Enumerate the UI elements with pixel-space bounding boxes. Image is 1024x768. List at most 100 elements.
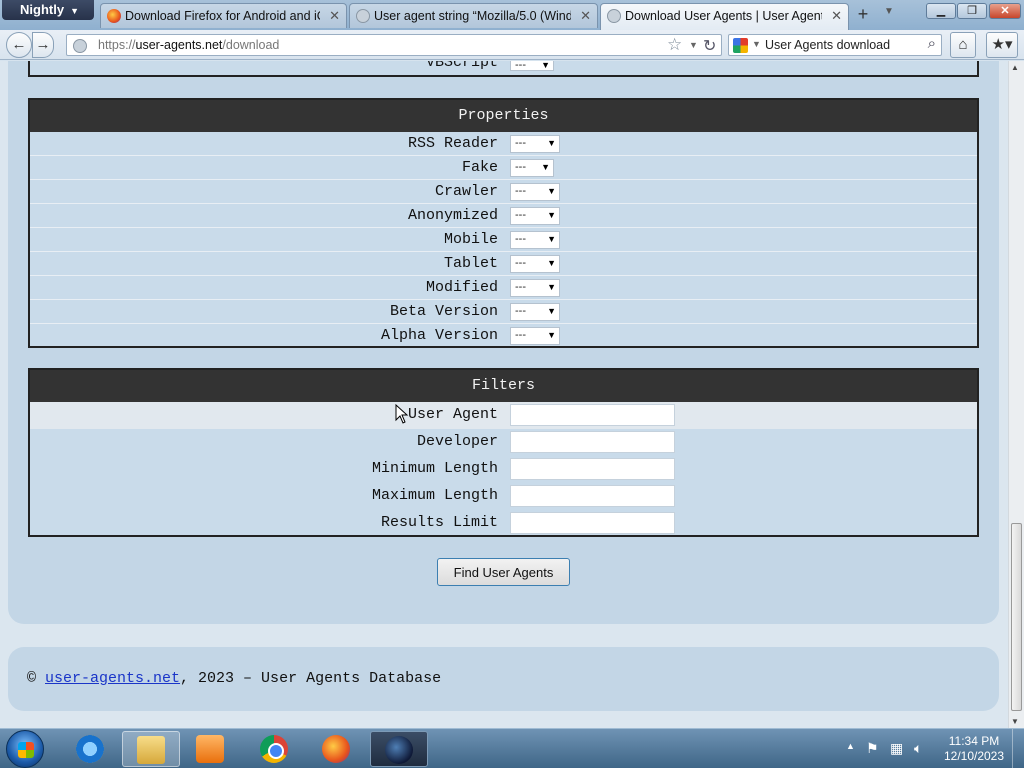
back-button[interactable]: ← [6, 32, 32, 58]
chevron-down-icon: ▼ [547, 138, 556, 148]
scrollbar-thumb[interactable] [1011, 523, 1022, 711]
footer-suffix: , 2023 – User Agents Database [180, 670, 442, 687]
home-icon: ⌂ [958, 36, 968, 53]
close-tab-icon[interactable]: ✕ [580, 8, 591, 24]
tab-firefox-android[interactable]: Download Firefox for Android and iOS ✕ [100, 3, 347, 28]
alpha-version-select[interactable]: --- ▼ [510, 327, 560, 345]
windows-logo-icon [18, 742, 34, 758]
close-tab-icon[interactable]: ✕ [831, 8, 842, 24]
bookmarks-menu-button[interactable]: ★▾ [986, 32, 1018, 58]
taskbar-chrome[interactable] [246, 731, 304, 767]
show-desktop-button[interactable] [1012, 729, 1024, 768]
address-bar[interactable]: https://user-agents.net/download ☆ ▼ ↻ [66, 34, 722, 56]
list-all-tabs-icon[interactable]: ▼ [884, 6, 894, 17]
filter-row-results-limit: Results Limit [30, 510, 977, 537]
footer-site-link[interactable]: user-agents.net [45, 670, 180, 687]
tab-label: User agent string “Mozilla/5.0 (Windo... [374, 9, 571, 23]
bookmark-star-icon[interactable]: ☆ [667, 35, 682, 55]
select-value: --- [515, 185, 526, 197]
close-tab-icon[interactable]: ✕ [329, 8, 340, 24]
tab-user-agent-string[interactable]: User agent string “Mozilla/5.0 (Windo...… [349, 3, 598, 28]
minimum-length-input[interactable] [510, 458, 675, 480]
search-magnifier-icon[interactable]: ⌕ [928, 35, 936, 52]
url-history-dropdown-icon[interactable]: ▼ [689, 40, 698, 50]
app-menu-button[interactable]: Nightly ▼ [2, 0, 94, 20]
scroll-down-arrow-icon[interactable]: ▼ [1011, 717, 1019, 726]
mobile-select[interactable]: --- ▼ [510, 231, 560, 249]
new-tab-button[interactable]: + [852, 4, 874, 26]
property-row-fake: Fake --- ▼ [30, 156, 977, 180]
developer-input[interactable] [510, 431, 675, 453]
start-button[interactable] [6, 730, 44, 768]
chrome-icon [260, 735, 288, 763]
bookmarks-star-icon: ★▾ [991, 36, 1013, 53]
vertical-scrollbar[interactable]: ▲ ▼ [1008, 61, 1024, 728]
home-button[interactable]: ⌂ [950, 32, 976, 58]
chevron-down-icon: ▼ [547, 282, 556, 292]
firefox-favicon-icon [107, 9, 121, 23]
property-row-modified: Modified --- ▼ [30, 276, 977, 300]
restore-window-button[interactable]: ❐ [957, 3, 987, 19]
content-panel: VBScript --- ▼ Properties RSS Reader ---… [8, 61, 999, 624]
tablet-select[interactable]: --- ▼ [510, 255, 560, 273]
property-row-crawler: Crawler --- ▼ [30, 180, 977, 204]
select-value: --- [515, 257, 526, 269]
select-value: --- [515, 233, 526, 245]
system-clock[interactable]: 11:34 PM 12/10/2023 [942, 734, 1006, 764]
browser-title-bar: Nightly ▼ Download Firefox for Android an… [0, 0, 1024, 30]
chevron-down-icon: ▼ [547, 234, 556, 244]
clock-time: 11:34 PM [948, 734, 1000, 748]
chevron-down-icon: ▼ [547, 186, 556, 196]
taskbar-firefox[interactable] [308, 731, 366, 767]
reload-icon[interactable]: ↻ [703, 36, 716, 56]
url-text[interactable]: https://user-agents.net/download [98, 38, 279, 52]
modified-select[interactable]: --- ▼ [510, 279, 560, 297]
taskbar-internet-explorer[interactable] [62, 731, 120, 767]
crawler-select[interactable]: --- ▼ [510, 183, 560, 201]
row-label: Developer [416, 433, 498, 450]
results-limit-input[interactable] [510, 512, 675, 534]
row-label: Crawler [434, 183, 498, 200]
internet-explorer-icon [76, 735, 104, 763]
close-window-button[interactable]: ✕ [989, 3, 1021, 19]
chevron-down-icon: ▼ [70, 6, 79, 16]
tab-download-user-agents[interactable]: Download User Agents | User Agents ✕ [600, 3, 849, 30]
rss-reader-select[interactable]: --- ▼ [510, 135, 560, 153]
beta-version-select[interactable]: --- ▼ [510, 303, 560, 321]
property-row-mobile: Mobile --- ▼ [30, 228, 977, 252]
vbscript-select[interactable]: --- ▼ [510, 61, 554, 71]
select-value: --- [515, 209, 526, 221]
filter-row-developer: Developer [30, 429, 977, 456]
fake-select[interactable]: --- ▼ [510, 159, 554, 177]
search-bar[interactable]: ▼ User Agents download ⌕ [728, 34, 942, 56]
maximum-length-input[interactable] [510, 485, 675, 507]
find-user-agents-button[interactable]: Find User Agents [437, 558, 570, 586]
google-icon[interactable] [733, 38, 748, 53]
anonymized-select[interactable]: --- ▼ [510, 207, 560, 225]
page-footer: © user-agents.net, 2023 – User Agents Da… [8, 647, 999, 711]
clock-date: 12/10/2023 [943, 749, 1005, 763]
show-hidden-icons-icon[interactable]: ▲ [846, 741, 855, 751]
minimize-window-button[interactable]: ▁ [926, 3, 956, 19]
network-icon[interactable]: ▦ [890, 740, 903, 757]
forward-button[interactable]: → [32, 32, 54, 58]
select-value: --- [515, 305, 526, 317]
chevron-down-icon: ▼ [547, 258, 556, 268]
app-menu-label: Nightly [20, 2, 65, 17]
volume-icon[interactable]: 🔈︎ [914, 740, 922, 757]
scroll-up-arrow-icon[interactable]: ▲ [1011, 63, 1019, 72]
tab-label: Download Firefox for Android and iOS [125, 9, 320, 23]
taskbar-windows-explorer[interactable] [122, 731, 180, 767]
search-engine-dropdown-icon[interactable]: ▼ [752, 39, 761, 49]
filter-row-minimum-length: Minimum Length [30, 456, 977, 483]
site-identity-icon[interactable] [73, 39, 87, 53]
user-agent-input[interactable] [510, 404, 675, 426]
action-center-flag-icon[interactable]: ⚑ [866, 740, 879, 757]
chevron-down-icon: ▼ [547, 330, 556, 340]
search-input[interactable]: User Agents download [765, 38, 890, 52]
taskbar-firefox-nightly[interactable] [370, 731, 428, 767]
chevron-down-icon: ▼ [547, 210, 556, 220]
filters-section: Filters User Agent Developer Minimum Len… [28, 368, 979, 537]
taskbar-media-center[interactable] [182, 731, 240, 767]
property-row-rss-reader: RSS Reader --- ▼ [30, 132, 977, 156]
